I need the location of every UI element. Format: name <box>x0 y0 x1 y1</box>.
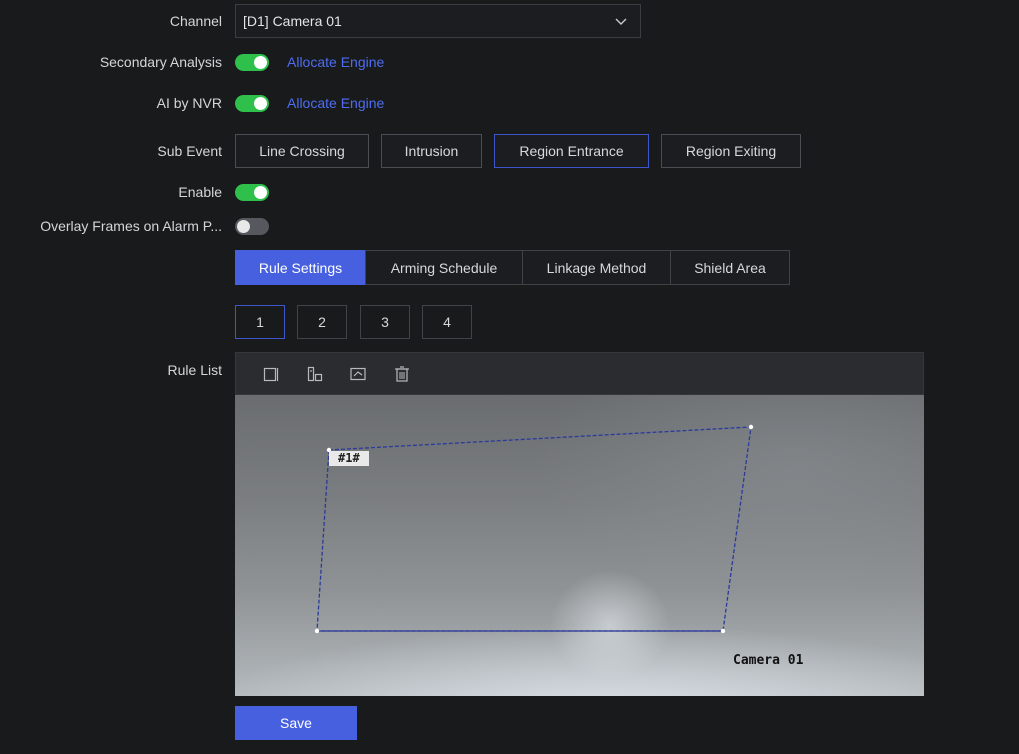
sub-event-label: Sub Event <box>157 143 222 159</box>
region-handle[interactable] <box>720 628 726 634</box>
camera-preview[interactable]: #1# Camera 01 <box>235 395 924 696</box>
secondary-analysis-toggle[interactable] <box>235 54 269 71</box>
overlay-frames-label: Overlay Frames on Alarm P... <box>40 218 222 234</box>
tab-arming-schedule[interactable]: Arming Schedule <box>365 250 523 285</box>
tab-linkage-method[interactable]: Linkage Method <box>522 250 671 285</box>
enable-label: Enable <box>178 184 222 200</box>
rule-number-4[interactable]: 4 <box>422 305 472 339</box>
clear-area-icon[interactable] <box>349 365 367 383</box>
overlay-frames-toggle[interactable] <box>235 218 269 235</box>
rule-list-label: Rule List <box>167 362 222 378</box>
chevron-down-icon <box>615 18 627 25</box>
draw-area-icon[interactable] <box>262 365 280 383</box>
channel-select[interactable]: [D1] Camera 01 <box>235 4 641 38</box>
enable-toggle[interactable] <box>235 184 269 201</box>
detection-region[interactable] <box>235 395 924 696</box>
ai-by-nvr-label: AI by NVR <box>156 95 222 111</box>
region-handle[interactable] <box>314 628 320 634</box>
rule-number-2[interactable]: 2 <box>297 305 347 339</box>
auto-shape-icon[interactable] <box>306 365 324 383</box>
sub-event-line-crossing[interactable]: Line Crossing <box>235 134 369 168</box>
tab-shield-area[interactable]: Shield Area <box>670 250 790 285</box>
ai-by-nvr-toggle[interactable] <box>235 95 269 112</box>
secondary-analysis-label: Secondary Analysis <box>99 54 222 70</box>
camera-osd-text: Camera 01 <box>733 653 804 668</box>
tab-rule-settings[interactable]: Rule Settings <box>235 250 366 285</box>
sub-event-intrusion[interactable]: Intrusion <box>381 134 482 168</box>
rule-toolbar <box>235 352 924 395</box>
region-handle[interactable] <box>748 424 754 430</box>
rule-number-1[interactable]: 1 <box>235 305 285 339</box>
allocate-engine-link-nvr[interactable]: Allocate Engine <box>287 95 384 111</box>
sub-event-region-entrance[interactable]: Region Entrance <box>494 134 649 168</box>
delete-icon[interactable] <box>393 365 411 383</box>
channel-label: Channel <box>169 13 222 29</box>
channel-value: [D1] Camera 01 <box>243 13 342 29</box>
save-button[interactable]: Save <box>235 706 357 740</box>
rule-number-3[interactable]: 3 <box>360 305 410 339</box>
region-tag: #1# <box>329 451 369 466</box>
allocate-engine-link-secondary[interactable]: Allocate Engine <box>287 54 384 70</box>
sub-event-region-exiting[interactable]: Region Exiting <box>661 134 801 168</box>
